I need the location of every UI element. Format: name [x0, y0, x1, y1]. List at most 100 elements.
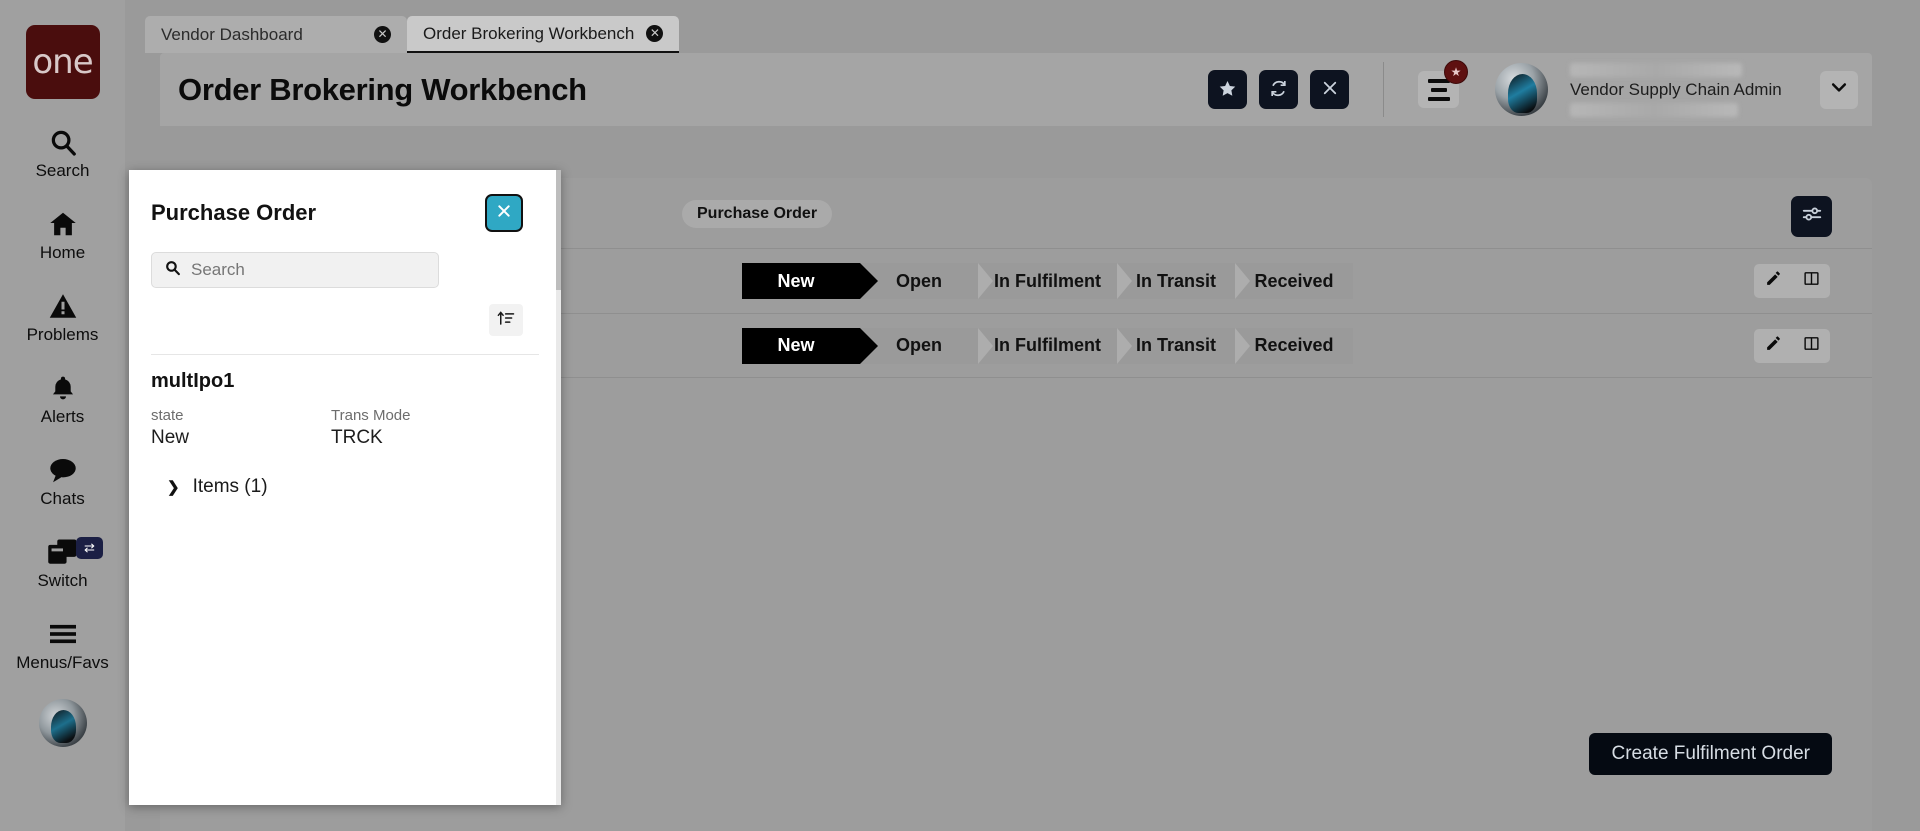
sidebar-item-switch[interactable]: ⇄ Switch — [0, 535, 125, 591]
status-stepper: New Open In Fulfilment In Transit Receiv… — [742, 327, 1353, 364]
status-step-in-transit[interactable]: In Transit — [1117, 327, 1235, 364]
warning-triangle-icon — [48, 289, 78, 323]
po-items-label: Items (1) — [192, 475, 268, 497]
app-root: one Search Home Problems Alerts Chats ⇄ … — [0, 0, 1920, 831]
chevron-right-icon: ❯ — [167, 478, 180, 496]
status-step-received[interactable]: Received — [1235, 263, 1353, 299]
x-icon — [1321, 79, 1339, 100]
sidebar-item-label: Search — [35, 161, 90, 180]
close-panel-button[interactable] — [1310, 70, 1349, 109]
chip-label: Purchase Order — [697, 205, 818, 222]
po-name: multIpo1 — [151, 370, 235, 392]
search-icon — [164, 259, 181, 281]
home-icon — [47, 207, 79, 241]
status-step-received[interactable]: Received — [1235, 327, 1353, 364]
po-items-expander[interactable]: ❯ Items (1) — [151, 476, 539, 498]
pencil-icon — [1765, 270, 1782, 292]
user-info: Vendor Supply Chain Admin — [1570, 62, 1800, 117]
columns-icon — [1803, 270, 1820, 292]
tab-vendor-dashboard[interactable]: Vendor Dashboard ✕ — [145, 16, 407, 53]
status-step-in-fulfilment[interactable]: In Fulfilment — [978, 263, 1117, 299]
columns-icon — [1803, 335, 1820, 357]
panel-search[interactable] — [151, 252, 439, 288]
panel-title: Purchase Order — [151, 200, 317, 225]
po-field-label: Trans Mode — [331, 407, 411, 424]
status-step-new[interactable]: New — [742, 327, 878, 364]
status-stepper: New Open In Fulfilment In Transit Receiv… — [742, 263, 1353, 299]
user-role: Vendor Supply Chain Admin — [1570, 79, 1782, 99]
create-fulfilment-order-button[interactable]: Create Fulfilment Order — [1589, 733, 1832, 775]
one-network-logo[interactable]: one — [25, 25, 100, 99]
windows-stack-icon — [46, 535, 80, 569]
po-field-trans-mode: Trans Mode TRCK — [331, 407, 511, 450]
menu-star-badge: ★ — [1444, 60, 1468, 84]
status-step-new[interactable]: New — [742, 263, 878, 299]
sidebar-item-search[interactable]: Search — [0, 125, 125, 181]
favorite-button[interactable] — [1208, 70, 1247, 109]
edit-row-button[interactable] — [1754, 328, 1792, 363]
tab-label: Vendor Dashboard — [161, 24, 303, 44]
panel-scrollbar[interactable] — [556, 170, 561, 805]
star-icon — [1218, 79, 1237, 101]
purchase-order-card[interactable]: multIpo1 state New Trans Mode TRCK ❯ Ite… — [151, 370, 539, 498]
sidebar-item-label: Home — [39, 243, 86, 262]
avatar[interactable] — [1495, 63, 1548, 116]
panel-close-button[interactable] — [485, 194, 523, 232]
row-actions — [1754, 328, 1830, 363]
purchase-order-chip[interactable]: Purchase Order — [682, 200, 833, 228]
hamburger-icon — [47, 617, 79, 651]
po-field-label: state — [151, 407, 184, 424]
logo-text: one — [32, 42, 93, 82]
sidebar-item-label: Problems — [26, 325, 99, 344]
swap-arrows-icon: ⇄ — [84, 540, 95, 555]
rail-avatar[interactable] — [38, 699, 87, 747]
refresh-button[interactable] — [1259, 70, 1298, 109]
page-title: Order Brokering Workbench — [178, 71, 587, 107]
filter-settings-button[interactable] — [1791, 196, 1832, 237]
panel-sort-button[interactable] — [489, 304, 523, 336]
page-header: Order Brokering Workbench ★ Vendor Suppl… — [160, 53, 1872, 126]
left-navigation-rail: one Search Home Problems Alerts Chats ⇄ … — [0, 0, 125, 831]
panel-divider — [151, 354, 539, 355]
refresh-icon — [1269, 79, 1288, 101]
status-step-in-fulfilment[interactable]: In Fulfilment — [978, 327, 1117, 364]
po-field-value: New — [151, 426, 190, 448]
user-org-redacted — [1570, 102, 1738, 117]
sidebar-item-chats[interactable]: Chats — [0, 453, 125, 509]
panel-scrollbar-thumb[interactable] — [556, 170, 561, 290]
bell-icon — [49, 371, 77, 405]
search-icon — [48, 125, 78, 159]
sidebar-item-label: Alerts — [40, 407, 85, 426]
po-fields: state New Trans Mode TRCK — [151, 407, 539, 450]
close-icon[interactable]: ✕ — [646, 25, 664, 42]
close-icon[interactable]: ✕ — [374, 26, 391, 43]
tab-label: Order Brokering Workbench — [423, 23, 635, 43]
purchase-order-panel: Purchase Order Search multIpo1 state New… — [129, 170, 561, 805]
star-icon: ★ — [1450, 65, 1462, 79]
po-field-state: state New — [151, 407, 331, 450]
sort-ascending-icon — [497, 309, 515, 332]
sidebar-item-menus-favs[interactable]: Menus/Favs — [0, 617, 125, 673]
hamburger-line — [1430, 87, 1447, 92]
sidebar-item-problems[interactable]: Problems — [0, 289, 125, 345]
status-step-in-transit[interactable]: In Transit — [1117, 263, 1235, 299]
header-menu-button[interactable]: ★ — [1418, 60, 1468, 108]
user-menu-button[interactable] — [1820, 70, 1858, 109]
header-actions: ★ Vendor Supply Chain Admin — [1208, 60, 1872, 117]
switch-badge[interactable]: ⇄ — [76, 537, 103, 559]
sliders-icon — [1801, 203, 1823, 230]
chevron-down-icon — [1829, 77, 1849, 102]
detail-row-button[interactable] — [1792, 264, 1830, 298]
chat-bubble-icon — [47, 453, 79, 487]
sidebar-item-alerts[interactable]: Alerts — [0, 371, 125, 427]
detail-row-button[interactable] — [1792, 328, 1830, 363]
sidebar-item-home[interactable]: Home — [0, 207, 125, 263]
edit-row-button[interactable] — [1754, 264, 1792, 298]
sidebar-item-label: Chats — [40, 489, 85, 508]
search-input[interactable] — [191, 260, 426, 280]
user-name-redacted — [1570, 62, 1742, 77]
hamburger-line — [1427, 96, 1450, 101]
tab-order-brokering-workbench[interactable]: Order Brokering Workbench ✕ — [407, 16, 680, 53]
sidebar-item-label: Menus/Favs — [16, 653, 109, 672]
header-divider — [1383, 62, 1384, 117]
